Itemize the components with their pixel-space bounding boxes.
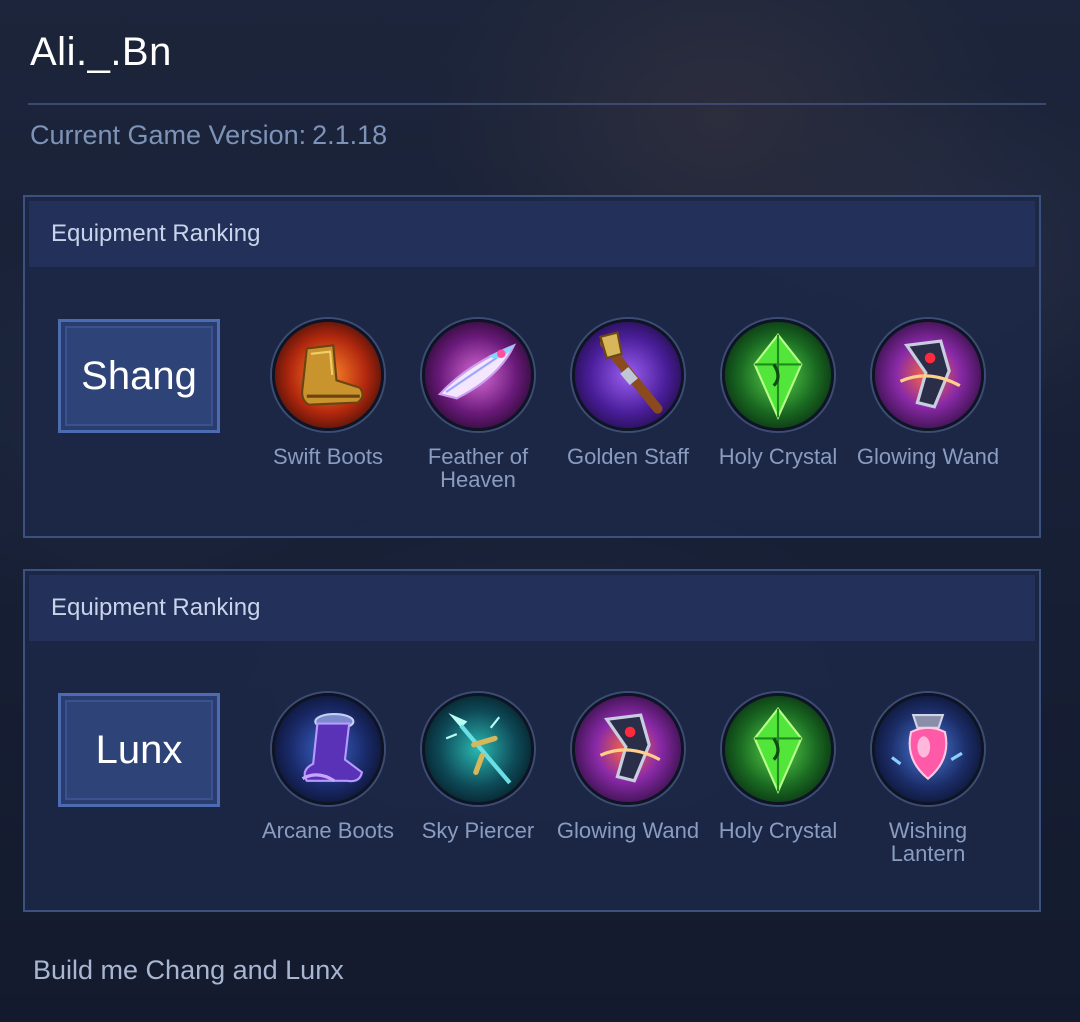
equipment-panel-lunx: Equipment Ranking Lunx Arcane Boots Sky …	[23, 569, 1041, 912]
hero-button-lunx[interactable]: Lunx	[58, 693, 220, 807]
item-label: Wishing Lantern	[888, 818, 968, 866]
item-label: Holy Crystal	[718, 818, 838, 843]
item-label: Glowing Wand	[556, 818, 700, 843]
sky-piercer-icon	[422, 693, 534, 805]
item-slot[interactable]: Holy Crystal	[703, 693, 853, 842]
item-slot[interactable]: Sky Piercer	[403, 693, 553, 842]
item-label: Glowing Wand	[856, 444, 1000, 469]
hero-button-shang[interactable]: Shang	[58, 319, 220, 433]
equipment-panel-shang: Equipment Ranking Shang Swift Boots Feat…	[23, 195, 1041, 538]
wishing-lantern-icon	[872, 693, 984, 805]
item-label: Feather of Heaven	[427, 444, 529, 492]
game-version-number: 2.1.18	[312, 120, 388, 150]
item-label: Arcane Boots	[261, 818, 395, 843]
glowing-wand-icon	[872, 319, 984, 431]
item-label: Sky Piercer	[421, 818, 535, 843]
item-label: Holy Crystal	[718, 444, 838, 469]
equipment-ranking-screen: Ali._.Bn Current Game Version: 2.1.18 Equ…	[0, 0, 1080, 1022]
item-slot[interactable]: Holy Crystal	[703, 319, 853, 468]
item-slot[interactable]: Wishing Lantern	[853, 693, 1003, 865]
arcane-boots-icon	[272, 693, 384, 805]
glowing-wand-icon	[572, 693, 684, 805]
hero-name: Lunx	[65, 700, 213, 800]
holy-crystal-icon	[722, 693, 834, 805]
item-slot[interactable]: Glowing Wand	[853, 319, 1003, 468]
panel-title: Equipment Ranking	[29, 201, 1035, 267]
feather-of-heaven-icon	[422, 319, 534, 431]
item-slot[interactable]: Arcane Boots	[253, 693, 403, 842]
item-slot[interactable]: Feather of Heaven	[403, 319, 553, 491]
item-label: Swift Boots	[272, 444, 384, 469]
user-name: Ali._.Bn	[30, 30, 172, 74]
item-slot[interactable]: Swift Boots	[253, 319, 403, 468]
golden-staff-icon	[572, 319, 684, 431]
holy-crystal-icon	[722, 319, 834, 431]
item-label: Golden Staff	[567, 444, 689, 469]
game-version-label: Current Game Version:	[30, 120, 307, 150]
swift-boots-icon	[272, 319, 384, 431]
item-slot[interactable]: Glowing Wand	[553, 693, 703, 842]
hero-name: Shang	[65, 326, 213, 426]
game-version: Current Game Version: 2.1.18	[30, 120, 387, 151]
panel-title: Equipment Ranking	[29, 575, 1035, 641]
item-slot[interactable]: Golden Staff	[553, 319, 703, 468]
message-text: Build me Chang and Lunx	[33, 955, 344, 985]
header-divider	[28, 103, 1046, 105]
